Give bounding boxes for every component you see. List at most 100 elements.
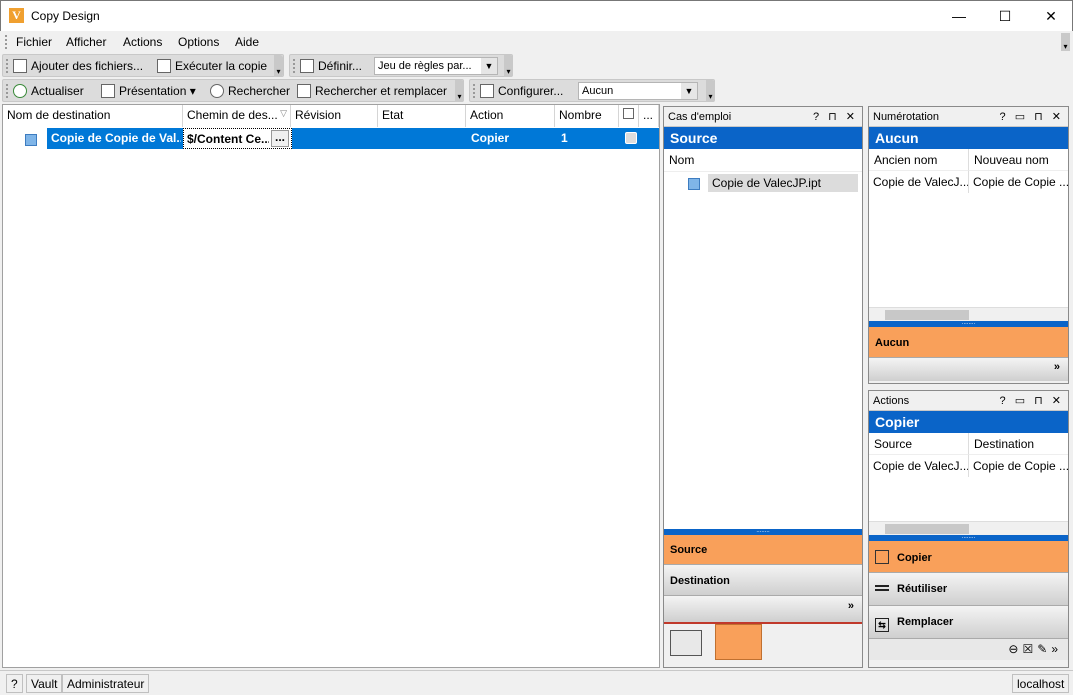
- copy-action-button[interactable]: Copier: [869, 541, 1068, 572]
- presentation-dropdown[interactable]: Présentation ▾: [101, 84, 196, 98]
- actions-table: Source Destination Copie de ValecJ... Co…: [869, 433, 1068, 535]
- grip-icon: [6, 84, 9, 98]
- pane-controls-icon[interactable]: ? ▭ ⊓ ✕: [1000, 394, 1064, 407]
- numbering-pane-title: Aucun: [869, 127, 1068, 149]
- refresh-icon: [13, 84, 27, 98]
- define-button[interactable]: Définir...: [300, 59, 362, 73]
- title-bar: V Copy Design — ☐ ✕: [0, 0, 1073, 31]
- col-header-destination[interactable]: Destination: [969, 433, 1068, 455]
- cell-count: 1: [561, 131, 568, 145]
- horizontal-scrollbar[interactable]: [869, 521, 1068, 535]
- ruleset-select[interactable]: Jeu de règles par...: [374, 57, 498, 75]
- usage-col-header[interactable]: Nom: [664, 149, 862, 172]
- grip-icon: [293, 59, 296, 73]
- actions-pane-header: Actions? ▭ ⊓ ✕: [869, 391, 1068, 411]
- usage-pane-title: Source: [664, 127, 862, 149]
- usage-view-switcher: [664, 622, 862, 660]
- usage-pane-header: Cas d'emploi? ⊓ ✕: [664, 107, 862, 127]
- cell-old-name: Copie de ValecJ...: [869, 171, 969, 193]
- help-icon[interactable]: ?: [6, 674, 23, 693]
- grip-icon: [473, 84, 476, 98]
- path-cell[interactable]: $/Content Ce... ...: [183, 128, 292, 149]
- grid-layout-icon: [101, 84, 115, 98]
- menu-overflow-icon[interactable]: ▾: [1061, 33, 1070, 51]
- add-file-icon: [13, 59, 27, 73]
- col-header-new-name[interactable]: Nouveau nom: [969, 149, 1068, 171]
- edit-icon[interactable]: ✎: [1037, 642, 1051, 656]
- status-user: Administrateur: [62, 674, 150, 693]
- col-header-count[interactable]: Nombre: [555, 105, 619, 127]
- minimize-button[interactable]: —: [936, 1, 982, 32]
- status-vault: Vault: [26, 674, 63, 693]
- numbering-table: Ancien nom Nouveau nom Copie de ValecJ..…: [869, 149, 1068, 321]
- remove-icon[interactable]: ⊖: [1008, 642, 1022, 656]
- menu-actions[interactable]: Actions: [123, 35, 162, 49]
- col-header-state[interactable]: Etat: [378, 105, 466, 127]
- cell-action[interactable]: Copier: [471, 131, 509, 145]
- overflow-expand-icon[interactable]: »: [869, 357, 1068, 381]
- overflow-expand-icon[interactable]: »: [664, 595, 862, 622]
- col-header-destination-name[interactable]: Nom de destination: [3, 105, 183, 127]
- toolbar-overflow-icon[interactable]: ▾: [504, 55, 513, 77]
- menu-fichier[interactable]: Fichier: [16, 35, 52, 49]
- run-copy-button[interactable]: Exécuter la copie: [157, 59, 267, 73]
- destination-button[interactable]: Destination: [664, 564, 862, 595]
- copy-grid: Nom de destination Chemin de des... ▽ Rév…: [2, 104, 660, 668]
- menu-afficher[interactable]: Afficher: [66, 35, 106, 49]
- maximize-button[interactable]: ☐: [982, 1, 1028, 32]
- copy-icon: [875, 550, 889, 564]
- configure-button[interactable]: Configurer...: [480, 84, 563, 98]
- col-header-revision[interactable]: Révision: [291, 105, 378, 127]
- folder-icon[interactable]: [670, 630, 702, 656]
- replace-action-button[interactable]: ⇆ Remplacer: [869, 605, 1068, 638]
- reuse-action-button[interactable]: Réutiliser: [869, 572, 1068, 605]
- chevron-down-icon[interactable]: ▼: [481, 58, 497, 74]
- window-title: Copy Design: [31, 9, 100, 23]
- config-select[interactable]: Aucun: [578, 82, 698, 100]
- pane-controls-icon[interactable]: ? ⊓ ✕: [813, 110, 858, 123]
- add-files-button[interactable]: Ajouter des fichiers...: [13, 59, 143, 73]
- numbering-scheme-button[interactable]: Aucun: [869, 327, 1068, 357]
- cell-new-name[interactable]: Copie de Copie ...: [969, 171, 1068, 193]
- table-row[interactable]: Copie de Copie de Val... $/Content Ce...…: [47, 128, 659, 149]
- col-header-destination-path[interactable]: Chemin de des... ▽: [183, 105, 291, 127]
- browse-path-button[interactable]: ...: [271, 130, 289, 147]
- toolbar-overflow-icon[interactable]: ▾: [706, 80, 715, 102]
- usage-tree-item[interactable]: Copie de ValecJP.ipt: [708, 174, 858, 192]
- search-replace-button[interactable]: Rechercher et remplacer: [297, 84, 447, 98]
- refresh-button[interactable]: Actualiser: [13, 84, 84, 98]
- col-header-action[interactable]: Action: [466, 105, 555, 127]
- col-header-checkbox[interactable]: [619, 105, 639, 127]
- row-checkbox[interactable]: [625, 132, 637, 144]
- horizontal-scrollbar[interactable]: [869, 307, 1068, 321]
- pane-controls-icon[interactable]: ? ▭ ⊓ ✕: [1000, 110, 1064, 123]
- toolbar-view: Actualiser Présentation ▾ Rechercher Rec…: [2, 79, 464, 102]
- grip-icon: [6, 59, 9, 73]
- col-header-more[interactable]: ...: [639, 105, 659, 127]
- replace-icon: ⇆: [875, 618, 889, 632]
- equals-icon: [875, 585, 889, 591]
- chevron-down-icon[interactable]: ▼: [681, 83, 697, 99]
- toolbar-overflow-icon[interactable]: ▾: [455, 80, 464, 102]
- menu-options[interactable]: Options: [178, 35, 219, 49]
- overflow-expand-icon[interactable]: »: [1051, 642, 1062, 656]
- replace-icon: [297, 84, 311, 98]
- search-button[interactable]: Rechercher: [210, 84, 290, 98]
- actions-pane: Actions? ▭ ⊓ ✕ Copier Source Destination…: [868, 390, 1069, 668]
- status-bar: ? Vault Administrateur localhost: [0, 670, 1073, 695]
- menu-aide[interactable]: Aide: [235, 35, 259, 49]
- copy-icon: [157, 59, 171, 73]
- vault-logo-icon: V: [9, 8, 24, 23]
- delete-icon[interactable]: ☒: [1022, 642, 1037, 656]
- part-cube-icon: [25, 133, 37, 147]
- structure-icon[interactable]: [715, 624, 762, 660]
- toolbar-overflow-icon[interactable]: ▾: [274, 55, 283, 77]
- close-button[interactable]: ✕: [1028, 1, 1073, 32]
- col-header-old-name[interactable]: Ancien nom: [869, 149, 969, 171]
- numbering-pane-header: Numérotation? ▭ ⊓ ✕: [869, 107, 1068, 127]
- search-icon: [210, 84, 224, 98]
- source-button[interactable]: Source: [664, 535, 862, 564]
- col-header-source[interactable]: Source: [869, 433, 969, 455]
- usage-tree: Nom Copie de ValecJP.ipt: [664, 149, 862, 529]
- menu-bar: Fichier Afficher Actions Options Aide ▾: [0, 31, 1073, 53]
